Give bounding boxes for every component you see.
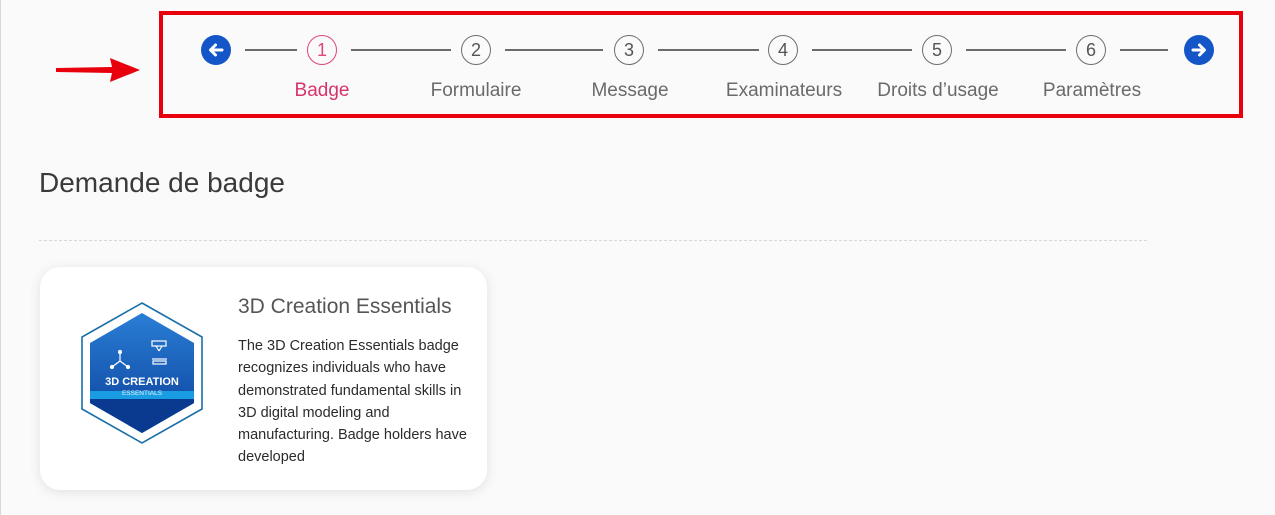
badge-emblem-title: 3D CREATION — [105, 376, 179, 388]
section-divider — [39, 240, 1147, 241]
badge-emblem-subtitle: ESSENTIALS — [122, 390, 163, 397]
annotation-highlight-box — [159, 11, 1243, 118]
badge-card[interactable]: 3D CREATION ESSENTIALS 3D Creation Essen… — [40, 267, 487, 490]
page-title: Demande de badge — [39, 167, 285, 198]
badge-description: The 3D Creation Essentials badge recogni… — [238, 338, 467, 466]
badge-emblem-icon: 3D CREATION ESSENTIALS — [81, 302, 203, 444]
badge-title: 3D Creation Essentials — [238, 295, 452, 318]
